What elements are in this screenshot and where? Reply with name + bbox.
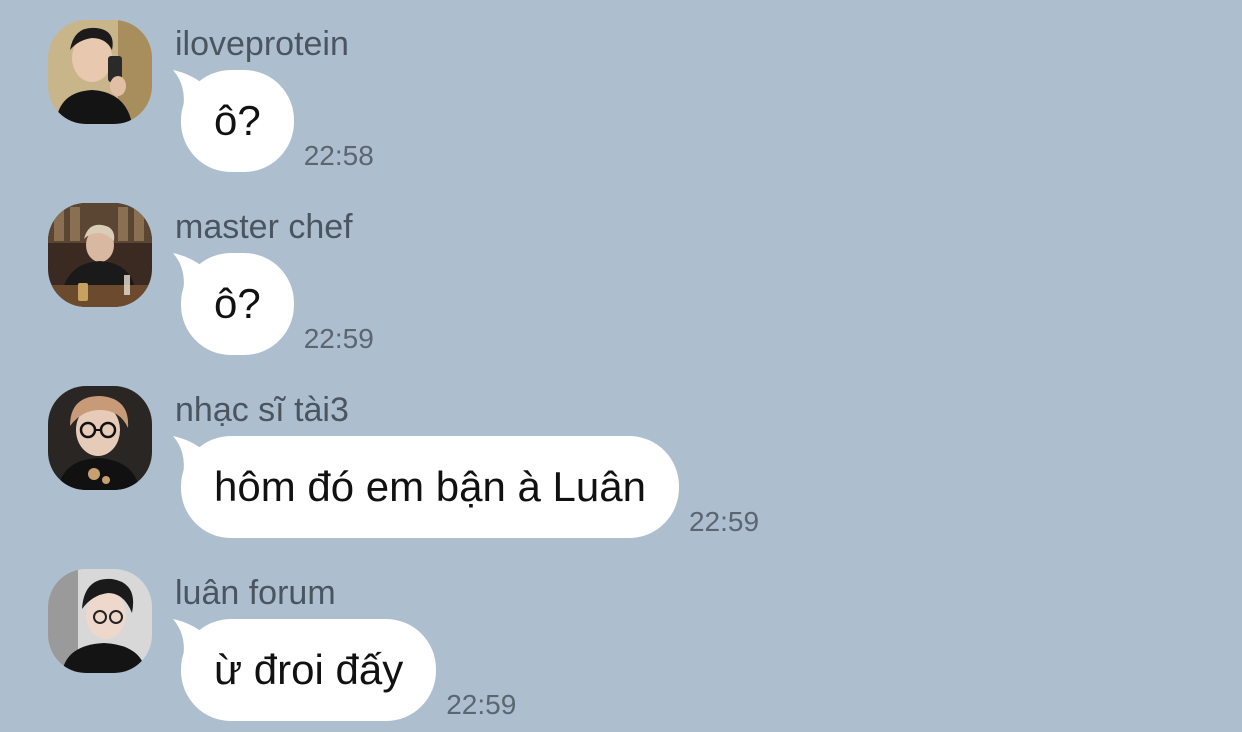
- message-time: 22:59: [688, 506, 760, 537]
- message-text: ô?: [214, 280, 261, 327]
- avatar[interactable]: [48, 386, 152, 490]
- bubble-tail-icon: [173, 619, 213, 659]
- message-row: iloveprotein ô? 22:58: [0, 0, 1242, 183]
- message-time: 22:59: [446, 689, 517, 720]
- sender-name: luân forum: [175, 574, 336, 612]
- message-text: ô?: [214, 97, 261, 144]
- bubble-wrap: ừ đroi đấy 22:59: [173, 619, 517, 721]
- message-text: hôm đó em bận à Luân: [214, 463, 646, 510]
- bubble-wrap: hôm đó em bận à Luân 22:59: [173, 436, 760, 538]
- bubble-tail-icon: [173, 253, 213, 293]
- avatar-photo-icon: [48, 203, 152, 307]
- avatar[interactable]: [48, 569, 152, 673]
- message-bubble[interactable]: ô?: [173, 253, 294, 355]
- message-bubble[interactable]: ô?: [173, 70, 294, 172]
- avatar-photo-icon: [48, 386, 152, 490]
- message-bubble[interactable]: ừ đroi đấy: [173, 619, 437, 721]
- message-text: ừ đroi đấy: [214, 646, 404, 693]
- message-time: 22:59: [303, 323, 374, 354]
- avatar[interactable]: [48, 20, 152, 124]
- avatar[interactable]: [48, 203, 152, 307]
- bubble-wrap: ô? 22:58: [173, 70, 374, 172]
- avatar-photo-icon: [48, 20, 152, 124]
- message-row: nhạc sĩ tài3 hôm đó em bận à Luân 22:59: [0, 366, 1242, 549]
- sender-name: master chef: [175, 208, 353, 246]
- bubble-wrap: ô? 22:59: [173, 253, 374, 355]
- sender-name: iloveprotein: [175, 25, 349, 63]
- avatar-photo-icon: [48, 569, 152, 673]
- message-time: 22:58: [303, 140, 374, 171]
- message-row: master chef ô? 22:59: [0, 183, 1242, 366]
- chat-message-list[interactable]: iloveprotein ô? 22:58 master chef ô? 22:…: [0, 0, 1242, 731]
- sender-name: nhạc sĩ tài3: [175, 391, 349, 429]
- message-bubble[interactable]: hôm đó em bận à Luân: [173, 436, 679, 538]
- message-row: luân forum ừ đroi đấy 22:59: [0, 549, 1242, 732]
- bubble-tail-icon: [173, 70, 213, 110]
- bubble-tail-icon: [173, 436, 213, 476]
